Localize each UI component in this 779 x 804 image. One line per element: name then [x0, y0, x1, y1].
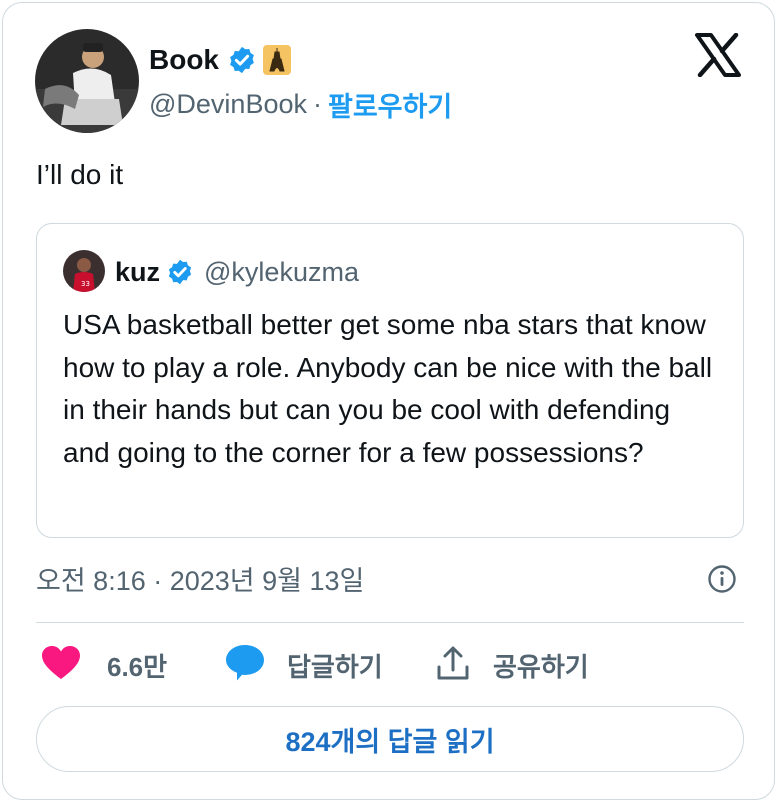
separator-dot: ·	[312, 89, 322, 119]
quoted-author-handle[interactable]: @kylekuzma	[204, 257, 359, 288]
tweet-text: I’ll do it	[36, 159, 124, 190]
quoted-author-avatar[interactable]: 33	[63, 250, 105, 292]
verified-badge-icon	[166, 258, 194, 286]
like-count: 6.6만	[107, 651, 168, 682]
author-name[interactable]: Book	[149, 44, 219, 76]
info-icon[interactable]	[706, 563, 738, 595]
like-button[interactable]: 6.6만	[41, 643, 167, 687]
quoted-tweet-text: USA basketball better get some nba stars…	[63, 309, 713, 468]
share-button[interactable]: 공유하기	[435, 643, 589, 687]
tweet-timestamp[interactable]: 오전 8:16 · 2023년 9월 13일	[36, 559, 364, 598]
quoted-tweet[interactable]: 33 kuz @kylekuzma USA basketball better …	[36, 223, 744, 538]
tweet-card: Book @DevinBook · 팔로우하기 I’ll do it 33 ku…	[2, 2, 775, 800]
author-name-row: Book	[149, 41, 291, 79]
reply-button[interactable]: 답글하기	[225, 643, 383, 687]
share-label: 공유하기	[493, 651, 589, 682]
quoted-author-name[interactable]: kuz	[115, 257, 160, 288]
reply-bubble-icon	[225, 644, 265, 687]
author-handle[interactable]: @DevinBook	[149, 89, 307, 120]
eiffel-tower-icon[interactable]	[263, 45, 291, 75]
svg-text:33: 33	[81, 280, 90, 288]
author-handle-row: @DevinBook · 팔로우하기	[149, 85, 452, 124]
author-avatar[interactable]	[35, 29, 139, 133]
quoted-author-row: kuz @kylekuzma	[115, 254, 359, 290]
x-logo-icon[interactable]	[695, 32, 741, 78]
reply-label: 답글하기	[287, 651, 383, 682]
heart-icon	[41, 645, 81, 686]
follow-button[interactable]: 팔로우하기	[328, 85, 452, 124]
share-upload-icon	[435, 645, 471, 686]
read-replies-button[interactable]: 824개의 답글 읽기	[36, 706, 744, 772]
verified-badge-icon	[227, 45, 257, 75]
divider	[36, 622, 744, 623]
